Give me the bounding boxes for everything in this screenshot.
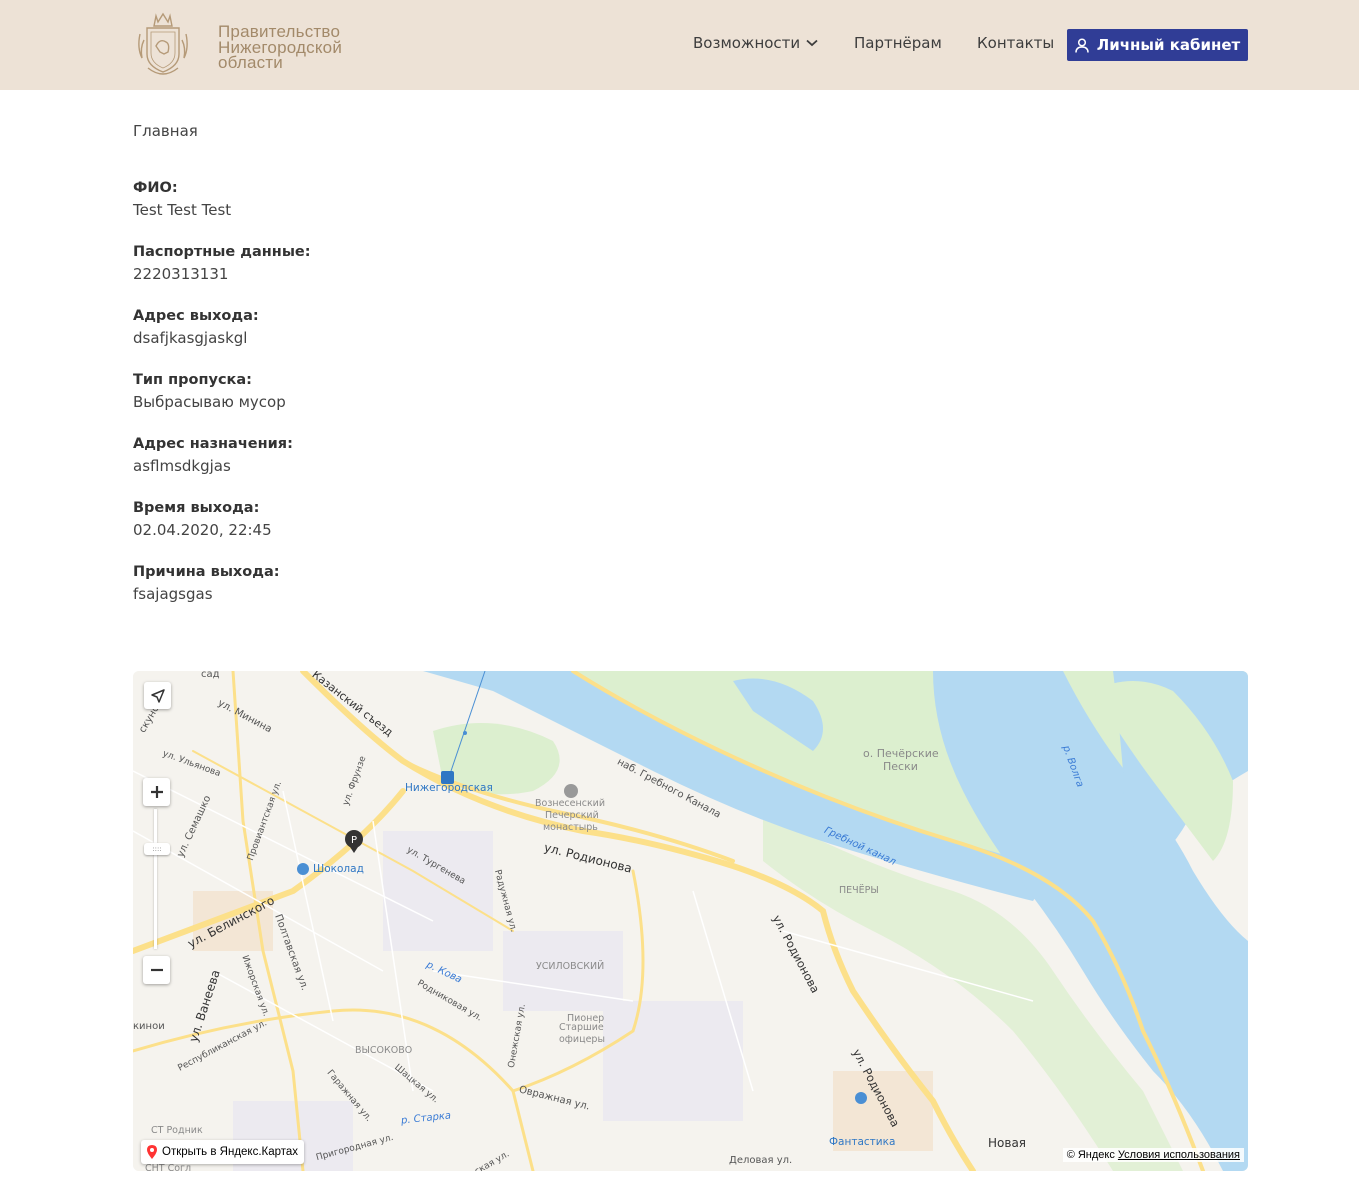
map-label: Вознесенский bbox=[535, 798, 606, 809]
zoom-out-button[interactable] bbox=[143, 956, 170, 984]
map-label: ПЕЧЁРЫ bbox=[839, 885, 879, 896]
breadcrumb[interactable]: Главная bbox=[133, 122, 198, 140]
field-label: Адрес выхода: bbox=[133, 308, 259, 324]
map-background[interactable]: P bbox=[133, 671, 1248, 1171]
map-label: о. Печёрские bbox=[863, 747, 939, 760]
logo-line-3: области bbox=[218, 53, 283, 72]
monastery-icon[interactable] bbox=[564, 784, 578, 798]
map-label: кинои bbox=[133, 1021, 165, 1032]
map-label: монастырь bbox=[543, 822, 598, 833]
field-label: Тип пропуска: bbox=[133, 372, 252, 388]
nav-features[interactable]: Возможности bbox=[693, 34, 818, 52]
plus-icon bbox=[150, 786, 163, 798]
field-label: Время выхода: bbox=[133, 500, 260, 516]
mall-icon[interactable] bbox=[855, 1092, 867, 1104]
nav-features-label: Возможности bbox=[693, 34, 801, 52]
field-value: Test Test Test bbox=[133, 201, 232, 219]
minus-icon bbox=[150, 968, 163, 972]
map-label: Нижегородская bbox=[405, 782, 493, 794]
map-label: Фантастика bbox=[829, 1136, 896, 1148]
field-destination: Адрес назначения: asflmsdkgjas bbox=[133, 434, 311, 498]
field-exit-reason: Причина выхода: fsajagsgas bbox=[133, 562, 311, 626]
shop-icon[interactable] bbox=[297, 863, 309, 875]
site-header: Правительство Нижегородской области Возм… bbox=[0, 0, 1359, 90]
zoom-slider-thumb[interactable]: :::: bbox=[144, 843, 170, 855]
map-copyright: © Яндекс Условия использования bbox=[1062, 1148, 1244, 1162]
zoom-slider-track[interactable] bbox=[154, 809, 157, 949]
yandex-map[interactable]: P сад Казанский съезд ул. Минина скунов … bbox=[133, 671, 1248, 1171]
copyright-text: © Яндекс bbox=[1066, 1149, 1115, 1161]
map-label: Старшие bbox=[559, 1022, 604, 1033]
map-label: офицеры bbox=[559, 1034, 605, 1045]
field-value: asflmsdkgjas bbox=[133, 457, 231, 475]
field-exit-address: Адрес выхода: dsafjkasgjaskgl bbox=[133, 306, 311, 370]
geolocation-button[interactable] bbox=[144, 682, 171, 709]
site-logo[interactable]: Правительство Нижегородской области bbox=[134, 8, 364, 82]
field-label: Адрес назначения: bbox=[133, 436, 293, 452]
map-label: СНТ Согл bbox=[145, 1163, 192, 1171]
map-label: Новая bbox=[988, 1136, 1027, 1150]
map-label: Пески bbox=[883, 760, 918, 773]
chevron-down-icon bbox=[806, 39, 818, 47]
map-label: Шоколад bbox=[313, 863, 364, 875]
map-label: СТ Родник bbox=[151, 1125, 203, 1136]
field-label: ФИО: bbox=[133, 180, 178, 196]
map-label: Печерский bbox=[545, 810, 599, 821]
open-in-yandex-label: Открыть в Яндекс.Картах bbox=[162, 1146, 299, 1158]
field-value: fsajagsgas bbox=[133, 585, 213, 603]
user-icon bbox=[1075, 37, 1089, 53]
open-in-yandex-maps-button[interactable]: Открыть в Яндекс.Картах bbox=[141, 1140, 305, 1164]
field-label: Причина выхода: bbox=[133, 564, 280, 580]
coat-of-arms-icon bbox=[138, 12, 188, 75]
field-pass-type: Тип пропуска: Выбрасываю мусор bbox=[133, 370, 311, 434]
field-exit-time: Время выхода: 02.04.2020, 22:45 bbox=[133, 498, 311, 562]
terms-of-use-link[interactable]: Условия использования bbox=[1118, 1149, 1240, 1161]
field-value: Выбрасываю мусор bbox=[133, 393, 286, 411]
field-value: 02.04.2020, 22:45 bbox=[133, 521, 272, 539]
map-label: Деловая ул. bbox=[729, 1155, 793, 1166]
map-pin-icon bbox=[147, 1145, 157, 1159]
nav-contacts[interactable]: Контакты bbox=[977, 34, 1054, 52]
field-value: dsafjkasgjaskgl bbox=[133, 329, 248, 347]
field-label: Паспортные данные: bbox=[133, 244, 311, 260]
navigation-arrow-icon bbox=[150, 688, 165, 703]
zoom-in-button[interactable] bbox=[143, 778, 170, 806]
nav-partners[interactable]: Партнёрам bbox=[854, 34, 942, 52]
field-fio: ФИО: Test Test Test bbox=[133, 178, 311, 242]
map-label: сад bbox=[201, 671, 220, 680]
personal-cabinet-label: Личный кабинет bbox=[1096, 36, 1241, 54]
personal-cabinet-button[interactable]: Личный кабинет bbox=[1067, 29, 1248, 61]
map-label: ВЫСОКОВО bbox=[355, 1045, 413, 1056]
field-passport: Паспортные данные: 2220313131 bbox=[133, 242, 311, 306]
field-value: 2220313131 bbox=[133, 265, 229, 283]
pass-details: ФИО: Test Test Test Паспортные данные: 2… bbox=[133, 178, 311, 626]
map-label: УСИЛОВСКИЙ bbox=[536, 961, 605, 972]
svg-text:P: P bbox=[351, 835, 357, 846]
logo-text: Правительство Нижегородской области bbox=[218, 23, 342, 72]
